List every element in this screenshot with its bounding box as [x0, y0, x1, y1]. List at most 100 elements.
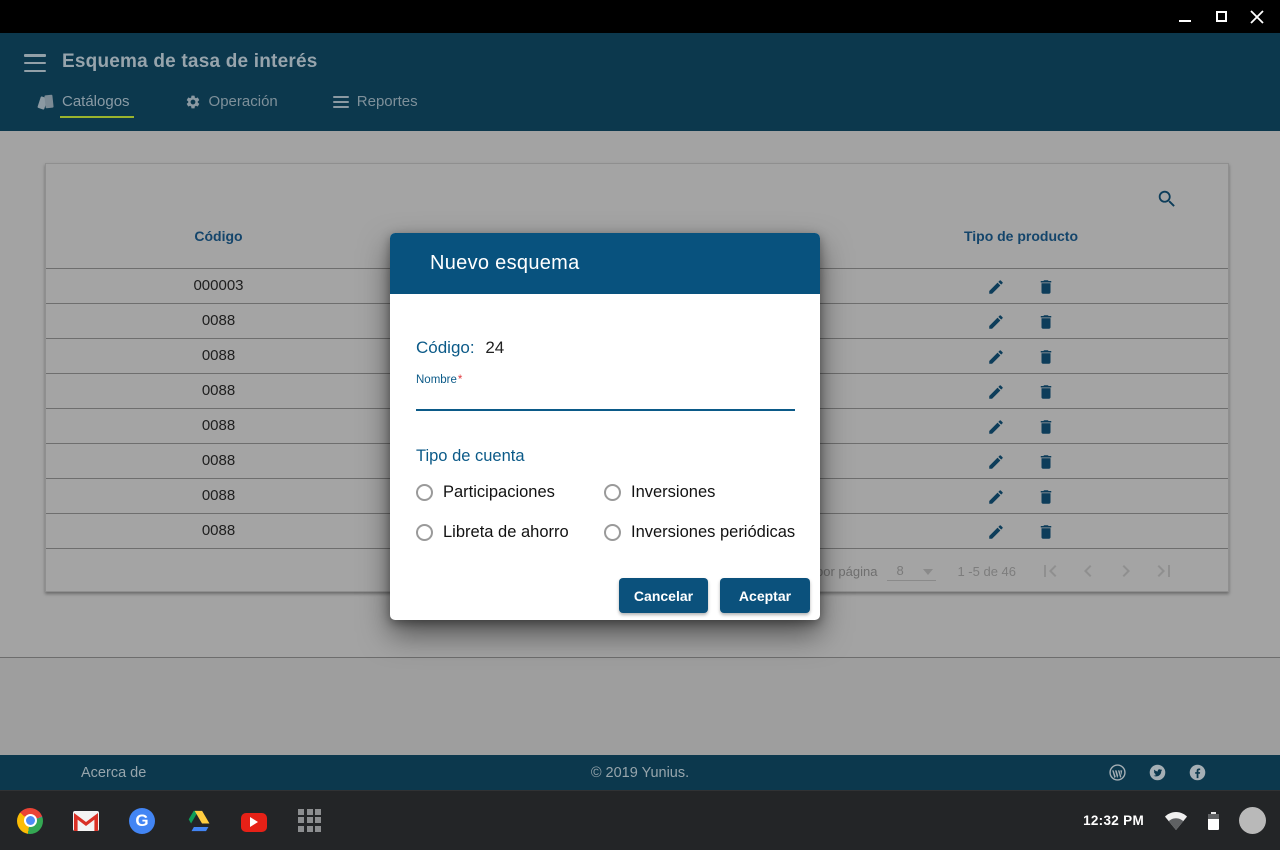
- screen: Esquema de tasa de interés Catálogos Ope…: [0, 0, 1280, 850]
- cell-codigo: 0088: [46, 479, 391, 513]
- chrome-icon[interactable]: [17, 808, 43, 834]
- close-icon: [1250, 10, 1264, 24]
- app-footer: Acerca de © 2019 Yunius.: [0, 755, 1280, 790]
- youtube-icon[interactable]: [241, 813, 267, 832]
- row-actions: [871, 444, 1171, 479]
- delete-icon[interactable]: [1037, 418, 1055, 436]
- tab-operacion[interactable]: Operación: [185, 93, 278, 118]
- minimize-icon: [1179, 20, 1191, 22]
- nav-tabs: Catálogos Operación Reportes: [38, 93, 418, 118]
- radio-libreta-de-ahorro[interactable]: Libreta de ahorro: [416, 523, 569, 542]
- system-shelf: G 12:32 PM: [0, 790, 1280, 850]
- delete-icon[interactable]: [1037, 523, 1055, 541]
- codigo-value: 24: [485, 338, 504, 357]
- delete-icon[interactable]: [1037, 488, 1055, 506]
- first-page-icon[interactable]: [1038, 559, 1062, 583]
- gear-icon: [185, 94, 201, 110]
- row-actions: [871, 269, 1171, 304]
- edit-icon[interactable]: [987, 488, 1005, 506]
- radio-participaciones[interactable]: Participaciones: [416, 483, 555, 502]
- new-scheme-dialog: Nuevo esquema Código: 24 Nombre* Tipo de…: [390, 233, 820, 620]
- tab-label: Catálogos: [62, 93, 130, 110]
- radio-icon: [416, 524, 433, 541]
- cell-codigo: 0088: [46, 444, 391, 478]
- cell-codigo: 0088: [46, 374, 391, 408]
- close-button[interactable]: [1250, 10, 1264, 24]
- codigo-label: Código:: [416, 338, 475, 357]
- radio-icon: [604, 484, 621, 501]
- wordpress-icon[interactable]: [1109, 764, 1126, 781]
- radio-inversiones[interactable]: Inversiones: [604, 483, 715, 502]
- paginator-range: 1 -5 de 46: [957, 564, 1016, 579]
- radio-icon: [604, 524, 621, 541]
- delete-icon[interactable]: [1037, 348, 1055, 366]
- edit-icon[interactable]: [987, 453, 1005, 471]
- content-divider: [0, 657, 1280, 755]
- catalog-icon: [38, 94, 54, 110]
- edit-icon[interactable]: [987, 523, 1005, 541]
- cell-codigo: 0088: [46, 339, 391, 373]
- drive-icon[interactable]: [185, 808, 211, 834]
- battery-icon: [1208, 812, 1219, 830]
- next-page-icon[interactable]: [1114, 559, 1138, 583]
- dialog-title: Nuevo esquema: [430, 252, 580, 275]
- accept-button[interactable]: Aceptar: [720, 578, 810, 613]
- twitter-icon[interactable]: [1149, 764, 1166, 781]
- radio-icon: [416, 484, 433, 501]
- edit-icon[interactable]: [987, 418, 1005, 436]
- delete-icon[interactable]: [1037, 313, 1055, 331]
- column-header-codigo: Código: [46, 228, 391, 244]
- google-icon[interactable]: G: [129, 808, 155, 834]
- hamburger-menu-button[interactable]: [24, 54, 46, 72]
- cancel-button[interactable]: Cancelar: [619, 578, 708, 613]
- search-icon[interactable]: [1156, 188, 1178, 210]
- social-links: [1109, 764, 1206, 781]
- gmail-icon[interactable]: [73, 808, 99, 834]
- tab-catalogos[interactable]: Catálogos: [38, 93, 130, 118]
- delete-icon[interactable]: [1037, 278, 1055, 296]
- wifi-icon: [1164, 811, 1188, 831]
- cell-codigo: 000003: [46, 269, 391, 303]
- tab-label: Reportes: [357, 93, 418, 110]
- row-actions: [871, 374, 1171, 409]
- codigo-row: Código: 24: [416, 338, 504, 358]
- account-avatar[interactable]: [1239, 807, 1266, 834]
- radio-inversiones-periodicas[interactable]: Inversiones periódicas: [604, 523, 795, 542]
- apps-grid-icon[interactable]: [297, 808, 323, 834]
- tab-label: Operación: [209, 93, 278, 110]
- list-icon: [333, 94, 349, 110]
- tipo-cuenta-label: Tipo de cuenta: [416, 447, 525, 466]
- app-header: Esquema de tasa de interés Catálogos Ope…: [0, 33, 1280, 131]
- page-title: Esquema de tasa de interés: [62, 51, 317, 73]
- maximize-button[interactable]: [1214, 10, 1228, 24]
- column-header-tipo: Tipo de producto: [871, 228, 1171, 244]
- minimize-button[interactable]: [1178, 10, 1192, 24]
- row-actions: [871, 514, 1171, 549]
- row-actions: [871, 479, 1171, 514]
- edit-icon[interactable]: [987, 383, 1005, 401]
- row-actions: [871, 409, 1171, 444]
- dialog-header: Nuevo esquema: [390, 233, 820, 294]
- tab-reportes[interactable]: Reportes: [333, 93, 418, 118]
- page-size-value: 8: [896, 563, 903, 578]
- row-actions: [871, 339, 1171, 374]
- cell-codigo: 0088: [46, 304, 391, 338]
- cell-codigo: 0088: [46, 514, 391, 548]
- clock: 12:32 PM: [1083, 813, 1144, 828]
- edit-icon[interactable]: [987, 313, 1005, 331]
- page-size-select[interactable]: 8: [887, 561, 936, 581]
- copyright-text: © 2019 Yunius.: [0, 765, 1280, 781]
- paginator-nav: [1038, 559, 1176, 583]
- status-tray[interactable]: 12:32 PM: [1083, 807, 1266, 834]
- facebook-icon[interactable]: [1189, 764, 1206, 781]
- edit-icon[interactable]: [987, 278, 1005, 296]
- delete-icon[interactable]: [1037, 453, 1055, 471]
- paginator-label: por página: [816, 564, 877, 579]
- edit-icon[interactable]: [987, 348, 1005, 366]
- last-page-icon[interactable]: [1152, 559, 1176, 583]
- nombre-input[interactable]: [416, 385, 795, 411]
- chevron-down-icon: [923, 569, 933, 575]
- delete-icon[interactable]: [1037, 383, 1055, 401]
- shelf-apps: G: [17, 808, 323, 834]
- previous-page-icon[interactable]: [1076, 559, 1100, 583]
